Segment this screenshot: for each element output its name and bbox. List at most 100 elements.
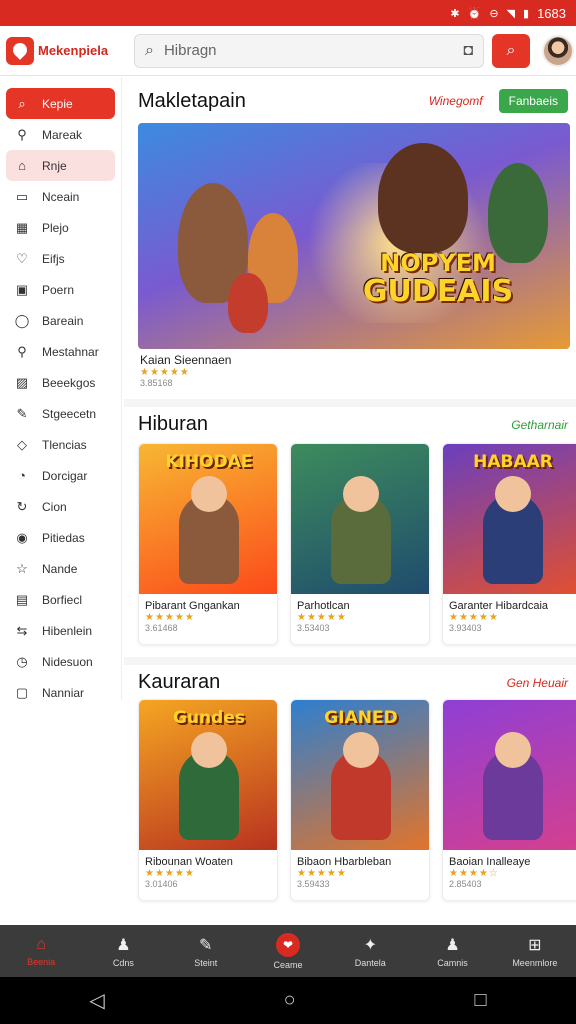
game-thumbnail[interactable]: GIANED	[291, 700, 429, 850]
nav-item[interactable]: ♟ Cdns	[82, 925, 164, 977]
sidebar-item-label: Kepie	[42, 96, 73, 111]
sidebar-item[interactable]: ☆ Nande	[6, 553, 115, 584]
avatar[interactable]	[542, 34, 574, 67]
star-icon: ☆	[16, 560, 28, 576]
featured-link[interactable]: Winegomf	[429, 94, 483, 108]
sidebar-item[interactable]: ⇆ Hibenlein	[6, 615, 115, 646]
game-thumbnail[interactable]: Gundes	[139, 700, 277, 850]
game-card[interactable]: Baoian Inalleaye ★★★★☆ 2.85403	[442, 699, 576, 901]
section1-grid: KIHODAE Pibarant Gngankan ★★★★★ 3.61468 Parh…	[138, 443, 576, 645]
game-thumbnail[interactable]	[443, 700, 576, 850]
section1-link[interactable]: Getharnair	[511, 418, 568, 432]
window-icon: ▭	[15, 188, 29, 204]
search-field[interactable]: ⌕ Hibragn ◘	[134, 33, 484, 68]
nav-item[interactable]: ♟ Camnis	[411, 925, 493, 977]
sidebar-item[interactable]: ▨ Beeekgos	[6, 367, 115, 398]
sidebar-item[interactable]: ▢ Nanniar	[6, 677, 115, 708]
logo-icon	[6, 36, 34, 65]
featured-button[interactable]: Fanbaeis	[498, 89, 568, 113]
folder-icon: ▢	[15, 684, 29, 700]
nav-item[interactable]: ✦ Dantela	[329, 925, 411, 977]
sidebar-item[interactable]: ▤ Borfiecl	[6, 584, 115, 615]
game-name: Parhotlcan	[297, 600, 350, 612]
sidebar-item[interactable]: ⚲ Mareak	[6, 119, 115, 150]
section2-grid: Gundes Ribounan Woaten ★★★★★ 3.01406 GIANED B…	[138, 699, 576, 901]
sidebar-item[interactable]: ✎ Stgeecetn	[6, 398, 115, 429]
history-icon: ◷	[16, 653, 28, 669]
wifi-icon: ◥	[506, 7, 516, 20]
gallery-icon: ▨	[15, 374, 29, 390]
game-thumbnail[interactable]	[291, 444, 429, 594]
game-logo-text: Gundes	[173, 708, 245, 728]
section2-link[interactable]: Gen Heuair	[507, 676, 568, 690]
back-icon[interactable]: ◁	[89, 988, 104, 1013]
profile-icon: ♟	[445, 936, 460, 954]
game-logo-text: HABAAR	[473, 452, 553, 472]
sidebar-item[interactable]: ▦ Plejo	[6, 212, 115, 243]
game-character-head	[495, 476, 531, 512]
game-card[interactable]: KIHODAE Pibarant Gngankan ★★★★★ 3.61468	[138, 443, 278, 645]
hero-title-line1: NOPYEM	[380, 249, 496, 277]
game-logo-text: GIANED	[324, 708, 398, 728]
search-placeholder[interactable]: Hibragn	[164, 42, 453, 59]
grid-icon: ▤	[15, 591, 29, 607]
game-rating: ★★★★☆	[449, 868, 499, 879]
sidebar-item[interactable]: ◷ Nidesuon	[6, 646, 115, 677]
sidebar-item[interactable]: ♡ Eifjs	[6, 243, 115, 274]
search-icon: ⌕	[18, 95, 26, 111]
app-logo[interactable]: Mekenpiela	[6, 36, 130, 65]
game-character-head	[191, 732, 227, 768]
pen-icon: ✎	[16, 405, 28, 421]
nav-item-label: Cdns	[112, 957, 134, 968]
camera-icon[interactable]: ◘	[463, 42, 473, 60]
nav-item[interactable]: ⌂ Beenia	[0, 925, 82, 977]
game-logo-text: KIHODAE	[165, 452, 253, 472]
sidebar-item[interactable]: ↻ Cion	[6, 491, 115, 522]
game-thumbnail[interactable]: KIHODAE	[139, 444, 277, 594]
nav-item[interactable]: ❤ Ceame	[247, 925, 329, 977]
divider	[124, 657, 576, 665]
game-card[interactable]: Parhotlcan ★★★★★ 3.53403	[290, 443, 430, 645]
game-icon: ❤	[275, 932, 300, 957]
sidebar-item[interactable]: ◔ Dorcigar	[6, 460, 115, 491]
section1-title: Hiburan	[138, 413, 209, 435]
sidebar-item[interactable]: ⚲ Mestahnar	[6, 336, 115, 367]
game-character-head	[495, 732, 531, 768]
game-card[interactable]: Gundes Ribounan Woaten ★★★★★ 3.01406	[138, 699, 278, 901]
game-sub: 3.01406	[145, 879, 178, 889]
home-button-icon[interactable]: ○	[284, 989, 296, 1012]
sidebar-item[interactable]: ◉ Pitiedas	[6, 522, 115, 553]
nav-item[interactable]: ✎ Steint	[165, 925, 247, 977]
nav-item[interactable]: ⊞ Meenmlore	[494, 925, 576, 977]
sidebar-item-label: Tlencias	[42, 437, 87, 452]
sidebar-item[interactable]: ◇ Tlencias	[6, 429, 115, 460]
status-bar: ✱ ⏰ ⊖ ◥ ▮ 1683	[0, 0, 576, 26]
hero-banner[interactable]: NOPYEM GUDEAIS	[138, 123, 570, 349]
featured-meta: Kaian Sieennaen ★★★★★ 3.85168	[140, 353, 231, 388]
sidebar-item[interactable]: ◯ Bareain	[6, 305, 115, 336]
sidebar-item-label: Mareak	[42, 127, 83, 142]
sidebar-item-label: Pitiedas	[42, 530, 85, 545]
sidebar-item[interactable]: ⌕ Kepie	[6, 88, 115, 119]
featured-name: Kaian Sieennaen	[140, 353, 232, 367]
game-rating: ★★★★★	[145, 612, 195, 623]
game-name: Baoian Inalleaye	[449, 856, 531, 868]
dnd-icon: ⊖	[489, 7, 499, 20]
sidebar-item[interactable]: ⌂ Rnje	[6, 150, 115, 181]
nav-item-label: Beenia	[27, 956, 56, 967]
search-button[interactable]: ⌕	[492, 33, 530, 68]
game-character-head	[343, 732, 379, 768]
sidebar-item[interactable]: ▣ Poern	[6, 274, 115, 305]
game-sub: 3.61468	[145, 623, 178, 633]
game-thumbnail[interactable]: HABAAR	[443, 444, 576, 594]
game-card[interactable]: HABAAR Garanter Hibardcaia ★★★★★ 3.93403	[442, 443, 576, 645]
nav-item-label: Steint	[194, 957, 218, 968]
bubble-icon: ◯	[14, 312, 30, 328]
game-card[interactable]: GIANED Bibaon Hbarbleban ★★★★★ 3.59433	[290, 699, 430, 901]
recents-icon[interactable]: □	[474, 989, 486, 1012]
system-nav-bar: ◁ ○ □	[0, 977, 576, 1024]
image-icon: ▦	[15, 219, 29, 235]
sidebar-item[interactable]: ▭ Nceain	[6, 181, 115, 212]
game-name: Ribounan Woaten	[145, 856, 233, 868]
search-icon: ⌕	[506, 41, 516, 59]
